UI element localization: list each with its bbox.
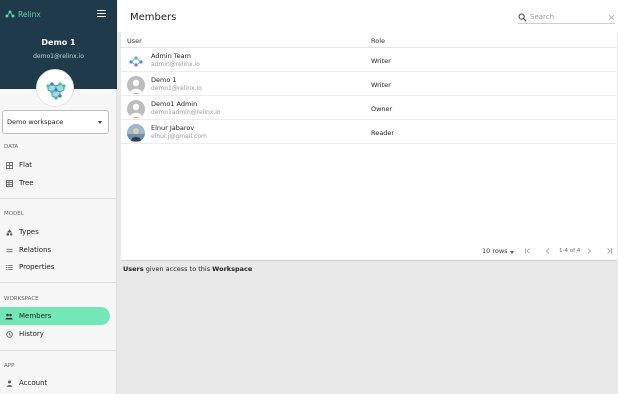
brand[interactable]: Relinx [5, 9, 41, 19]
user-name: Elnur Jabarov [151, 124, 195, 132]
table-row[interactable]: Admin Team admin@relinx.io Writer [121, 48, 617, 72]
chevron-down-icon [98, 120, 102, 124]
user-name: Admin Team [151, 52, 191, 60]
sidebar-user-name: Demo 1 [41, 38, 76, 47]
sidebar-item-members[interactable]: Members [0, 307, 110, 325]
next-page-icon[interactable] [585, 247, 593, 255]
user-role: Reader [371, 129, 395, 137]
divider [0, 350, 117, 351]
person-icon [5, 379, 13, 387]
list-bullets-icon [5, 263, 13, 271]
sidebar-item-label: Properties [19, 263, 55, 271]
first-page-icon[interactable] [524, 247, 532, 255]
caption-strong: Workspace [212, 265, 253, 273]
close-icon[interactable] [608, 14, 615, 21]
workspace-select[interactable]: Demo workspace [2, 110, 109, 134]
sidebar-item-tree[interactable]: Tree [0, 174, 110, 192]
molecule-avatar-icon [46, 82, 66, 100]
sidebar-item-properties[interactable]: Properties [0, 258, 110, 276]
search-input[interactable]: Search [527, 13, 608, 21]
sidebar-item-label: Relations [19, 246, 52, 254]
relinx-logo-icon [5, 10, 15, 18]
workspace-select-value: Demo workspace [7, 118, 64, 126]
sidebar: Relinx Demo 1 demo1@relinx.io Demo works… [0, 0, 117, 394]
last-page-icon[interactable] [605, 247, 613, 255]
chevron-down-icon [510, 251, 514, 254]
section-data-label: DATA [4, 144, 19, 150]
people-icon [5, 312, 13, 320]
table-row[interactable]: Demo 1 demo1@relinx.io Writer [121, 72, 617, 96]
sidebar-item-history[interactable]: History [0, 325, 110, 343]
avatar [127, 76, 145, 94]
table-icon [5, 179, 13, 187]
avatar [127, 124, 145, 142]
caption-text: given access to this [143, 265, 213, 273]
section-model-label: MODEL [4, 211, 24, 217]
sidebar-item-label: Types [19, 228, 39, 236]
user-role: Writer [371, 57, 391, 65]
user-name: Demo 1 [151, 76, 177, 84]
menu-icon[interactable] [97, 10, 106, 18]
column-header-user[interactable]: User [127, 37, 142, 45]
avatar [127, 100, 145, 118]
section-app-label: APP [4, 363, 15, 369]
workspace-avatar [36, 69, 74, 107]
list-icon [5, 161, 13, 169]
user-role: Writer [371, 81, 391, 89]
relations-icon [5, 246, 13, 254]
user-name: Demo1 Admin [151, 100, 198, 108]
search-icon [518, 13, 527, 22]
sidebar-item-account[interactable]: Account [0, 374, 110, 392]
divider [0, 198, 117, 199]
page-header: Members Search [118, 0, 618, 32]
user-email: demo1admin@relinx.io [151, 109, 221, 116]
sidebar-item-label: Flat [19, 161, 33, 169]
shapes-icon [5, 228, 13, 236]
sidebar-item-flat[interactable]: Flat [0, 156, 110, 174]
user-role: Owner [371, 105, 393, 113]
sidebar-item-relations[interactable]: Relations [0, 241, 110, 259]
section-workspace-label: WORKSPACE [4, 296, 39, 302]
sidebar-item-types[interactable]: Types [0, 223, 110, 241]
sidebar-item-label: Tree [19, 179, 34, 187]
table-row[interactable]: Elnur Jabarov elnur.j@gmail.com Reader [121, 120, 617, 144]
pagination: 10 rows 1-4 of 4 [121, 244, 617, 260]
divider [0, 282, 117, 283]
table-caption: Users given access to this Workspace [123, 265, 252, 273]
avatar [127, 52, 145, 70]
rows-per-page-select[interactable]: 10 rows [482, 247, 508, 255]
user-email: admin@relinx.io [151, 61, 200, 68]
sidebar-item-label: History [19, 330, 44, 338]
sidebar-item-label: Members [19, 312, 52, 320]
previous-page-icon[interactable] [544, 247, 552, 255]
page-title: Members [130, 12, 177, 23]
brand-name: Relinx [18, 9, 41, 19]
table-row[interactable]: Demo1 Admin demo1admin@relinx.io Owner [121, 96, 617, 120]
members-table: User Role Admin Team admin@relinx.io Wri… [121, 32, 617, 261]
sidebar-user-email: demo1@relinx.io [33, 53, 84, 60]
caption-strong: Users [123, 265, 144, 273]
column-header-role[interactable]: Role [371, 37, 385, 45]
sidebar-item-label: Account [19, 379, 48, 387]
search-box[interactable]: Search [518, 11, 615, 24]
user-email: demo1@relinx.io [151, 85, 202, 92]
user-email: elnur.j@gmail.com [151, 133, 207, 140]
history-icon [5, 330, 13, 338]
pagination-range: 1-4 of 4 [559, 248, 581, 254]
